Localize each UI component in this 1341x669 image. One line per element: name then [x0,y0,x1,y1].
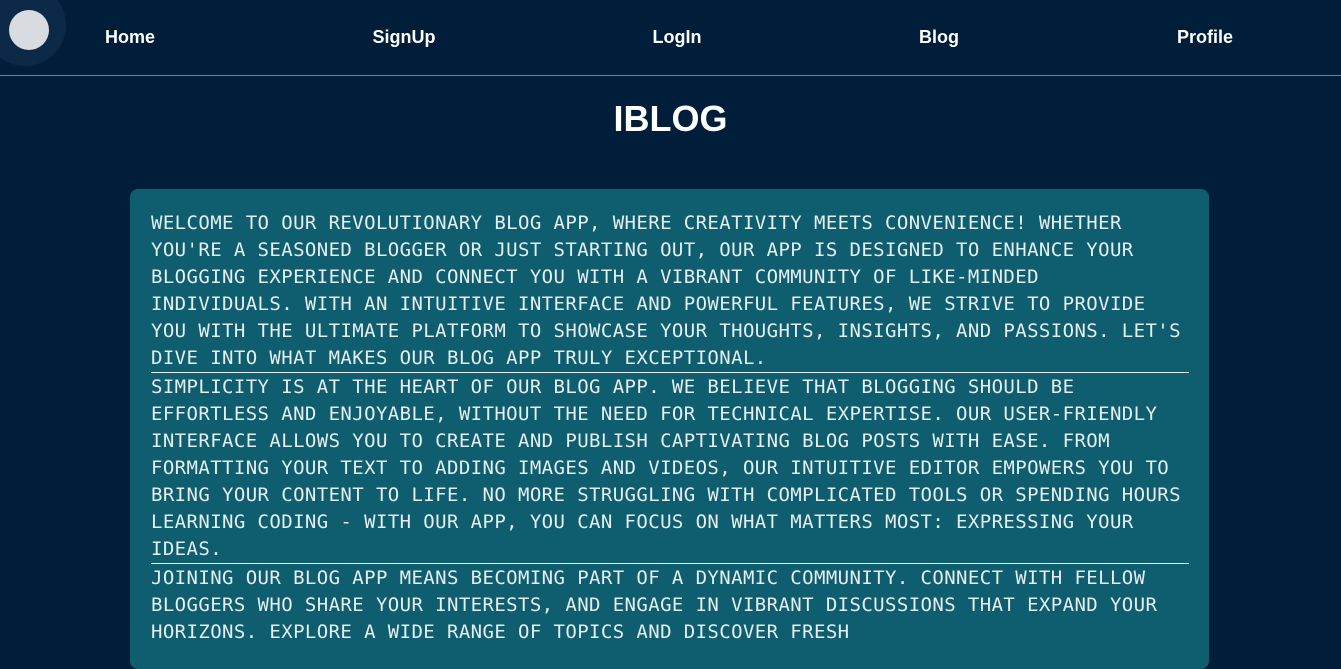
top-navbar: Home SignUp LogIn Blog Profile [0,0,1341,76]
logo-icon[interactable] [0,0,66,66]
nav-profile-link[interactable]: Profile [1177,26,1233,48]
intro-paragraph-3: Joining our blog app means becoming part… [151,563,1189,646]
nav-blog-link[interactable]: Blog [919,26,959,48]
nav-login-link[interactable]: LogIn [653,26,702,48]
intro-paragraph-2: Simplicity is at the heart of our blog a… [151,372,1189,563]
page-title: IBLOG [613,98,728,139]
nav-home-link[interactable]: Home [105,26,155,48]
logo-circle [9,10,49,50]
intro-card: Welcome to our revolutionary blog app, w… [130,189,1209,669]
nav-signup-link[interactable]: SignUp [373,26,436,48]
intro-paragraph-1: Welcome to our revolutionary blog app, w… [151,212,1181,369]
